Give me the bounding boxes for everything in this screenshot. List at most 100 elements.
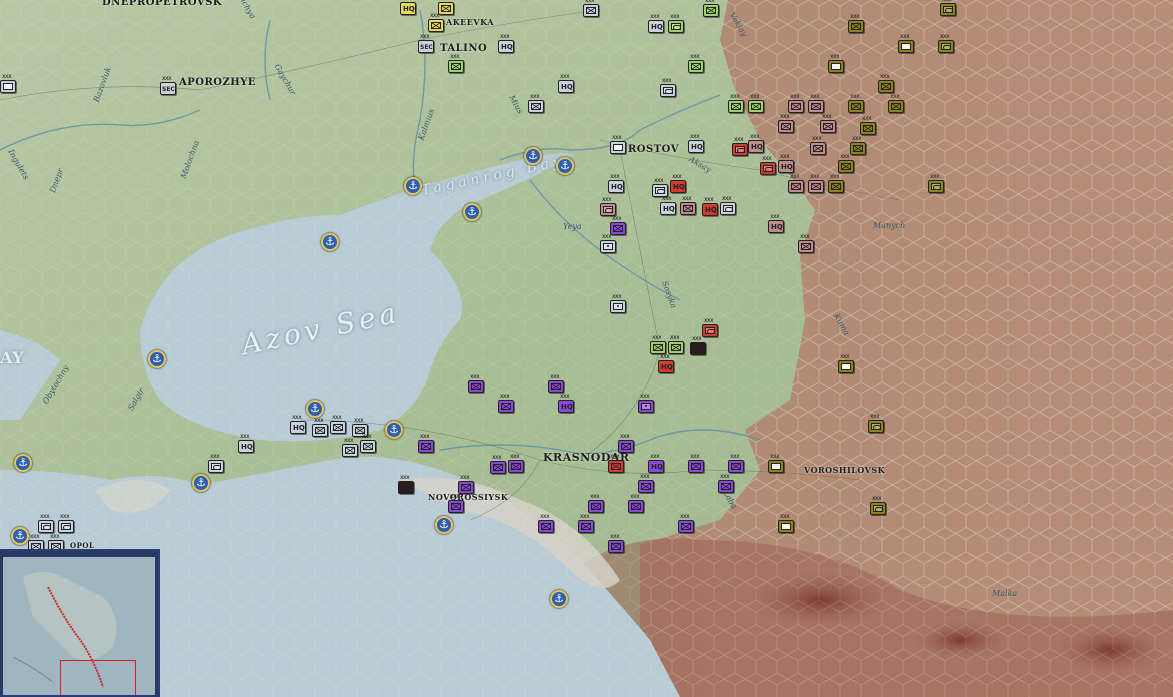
unit-counter[interactable] <box>608 173 624 193</box>
unit-counter[interactable] <box>588 493 604 513</box>
unit-counter[interactable] <box>748 133 764 153</box>
unit-counter[interactable] <box>160 75 176 95</box>
unit-counter[interactable] <box>778 513 794 533</box>
unit-counter[interactable] <box>312 417 328 437</box>
unit-counter[interactable] <box>508 453 524 473</box>
unit-counter[interactable] <box>608 453 624 473</box>
unit-counter[interactable] <box>703 0 719 17</box>
unit-counter[interactable] <box>208 453 224 473</box>
anchor-icon[interactable]: ⚓ <box>306 400 324 418</box>
unit-counter[interactable] <box>798 233 814 253</box>
unit-counter[interactable] <box>610 134 626 154</box>
unit-counter[interactable] <box>810 135 826 155</box>
anchor-icon[interactable]: ⚓ <box>404 177 422 195</box>
unit-counter[interactable] <box>38 513 54 533</box>
unit-counter[interactable] <box>448 53 464 73</box>
unit-counter[interactable] <box>808 173 824 193</box>
unit-counter[interactable] <box>428 12 444 32</box>
unit-counter[interactable] <box>558 393 574 413</box>
unit-counter[interactable] <box>628 493 644 513</box>
unit-counter[interactable] <box>860 115 876 135</box>
unit-counter[interactable] <box>400 0 416 15</box>
unit-counter[interactable] <box>638 473 654 493</box>
unit-counter[interactable] <box>360 433 376 453</box>
unit-counter[interactable] <box>418 433 434 453</box>
unit-counter[interactable] <box>538 513 554 533</box>
unit-counter[interactable] <box>58 513 74 533</box>
unit-counter[interactable] <box>788 173 804 193</box>
unit-counter[interactable] <box>728 93 744 113</box>
unit-counter[interactable] <box>720 195 736 215</box>
unit-counter[interactable] <box>330 414 346 434</box>
unit-counter[interactable] <box>928 173 944 193</box>
unit-counter[interactable] <box>342 437 358 457</box>
unit-counter[interactable] <box>778 153 794 173</box>
anchor-icon[interactable]: ⚓ <box>192 474 210 492</box>
unit-counter[interactable] <box>768 453 784 473</box>
anchor-icon[interactable]: ⚓ <box>435 516 453 534</box>
unit-counter[interactable] <box>670 173 686 193</box>
unit-counter[interactable] <box>838 353 854 373</box>
anchor-icon[interactable]: ⚓ <box>524 147 542 165</box>
unit-counter[interactable] <box>728 453 744 473</box>
unit-counter[interactable] <box>702 196 718 216</box>
unit-counter[interactable] <box>768 213 784 233</box>
unit-counter[interactable] <box>583 0 599 17</box>
unit-counter[interactable] <box>398 474 414 494</box>
unit-counter[interactable] <box>290 414 306 434</box>
unit-counter[interactable] <box>498 33 514 53</box>
unit-counter[interactable] <box>668 13 684 33</box>
unit-counter[interactable] <box>690 335 706 355</box>
unit-counter[interactable] <box>760 155 776 175</box>
anchor-icon[interactable]: ⚓ <box>14 454 32 472</box>
unit-counter[interactable] <box>660 77 676 97</box>
unit-counter[interactable] <box>870 495 886 515</box>
unit-counter[interactable] <box>828 173 844 193</box>
anchor-icon[interactable]: ⚓ <box>148 350 166 368</box>
unit-counter[interactable] <box>940 0 956 16</box>
minimap-area[interactable] <box>3 557 155 695</box>
unit-counter[interactable] <box>610 293 626 313</box>
unit-counter[interactable] <box>778 113 794 133</box>
unit-counter[interactable] <box>688 133 704 153</box>
unit-counter[interactable] <box>490 454 506 474</box>
unit-counter[interactable] <box>618 433 634 453</box>
anchor-icon[interactable]: ⚓ <box>556 157 574 175</box>
minimap[interactable] <box>0 549 160 697</box>
unit-counter[interactable] <box>688 453 704 473</box>
anchor-icon[interactable]: ⚓ <box>321 233 339 251</box>
unit-counter[interactable] <box>678 513 694 533</box>
unit-counter[interactable] <box>608 533 624 553</box>
unit-counter[interactable] <box>718 473 734 493</box>
unit-counter[interactable] <box>820 113 836 133</box>
unit-counter[interactable] <box>548 373 564 393</box>
unit-counter[interactable] <box>648 453 664 473</box>
unit-counter[interactable] <box>878 73 894 93</box>
unit-counter[interactable] <box>648 13 664 33</box>
unit-counter[interactable] <box>448 493 464 513</box>
unit-counter[interactable] <box>850 135 866 155</box>
unit-counter[interactable] <box>702 317 718 337</box>
unit-counter[interactable] <box>888 93 904 113</box>
minimap-viewport[interactable] <box>60 660 136 695</box>
unit-counter[interactable] <box>600 233 616 253</box>
unit-counter[interactable] <box>748 93 764 113</box>
unit-counter[interactable] <box>418 33 434 53</box>
unit-counter[interactable] <box>528 93 544 113</box>
unit-counter[interactable] <box>788 93 804 113</box>
unit-counter[interactable] <box>458 474 474 494</box>
unit-counter[interactable] <box>498 393 514 413</box>
unit-counter[interactable] <box>238 433 254 453</box>
unit-counter[interactable] <box>658 353 674 373</box>
unit-counter[interactable] <box>438 0 454 15</box>
unit-counter[interactable] <box>898 33 914 53</box>
unit-counter[interactable] <box>838 153 854 173</box>
unit-counter[interactable] <box>668 334 684 354</box>
unit-counter[interactable] <box>938 33 954 53</box>
unit-counter[interactable] <box>828 53 844 73</box>
unit-counter[interactable] <box>688 53 704 73</box>
anchor-icon[interactable]: ⚓ <box>11 527 29 545</box>
unit-counter[interactable] <box>732 136 748 156</box>
anchor-icon[interactable]: ⚓ <box>385 421 403 439</box>
anchor-icon[interactable]: ⚓ <box>463 203 481 221</box>
